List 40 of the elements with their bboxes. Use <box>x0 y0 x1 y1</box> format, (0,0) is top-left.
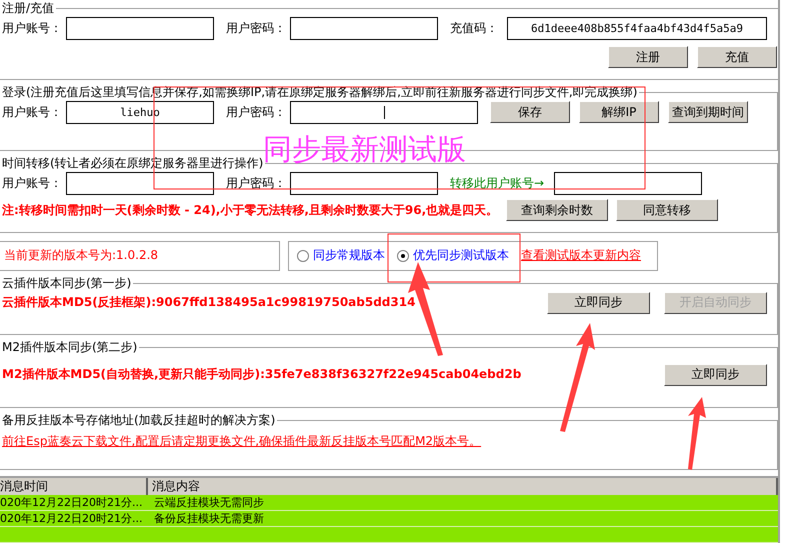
changelog-link[interactable]: 查看测试版本更新内容 <box>521 247 641 264</box>
group-title: 云插件版本同步(第一步) <box>1 274 132 292</box>
push-button[interactable]: 立即同步 <box>664 364 767 386</box>
input-field[interactable] <box>290 172 438 196</box>
push-button[interactable]: 充值 <box>697 46 777 68</box>
push-button[interactable]: 立即同步 <box>547 292 650 314</box>
field-label: 转移此用户账号→ <box>450 175 546 192</box>
field-label: 用户密码： <box>226 20 287 37</box>
field-label: 用户账号： <box>2 20 63 37</box>
version-label: 当前更新的版本号为:1.0.2.8 <box>0 240 280 271</box>
push-button[interactable]: 查询剩余时数 <box>506 199 608 222</box>
md5-text: M2插件版本MD5(自动替换,更新只能手动同步):35fe7e838f36327f22e945cab04ebd2b <box>2 366 522 384</box>
field-label: 用户账号： <box>2 104 63 121</box>
input-field[interactable]: 6d1deee408b855f4faa4bf43d4f5a5a9 <box>507 17 767 40</box>
push-button[interactable]: 同意转移 <box>616 199 718 222</box>
push-button[interactable]: 保存 <box>490 101 570 124</box>
field-label: 用户密码： <box>226 104 287 121</box>
md5-text: 云插件版本MD5(反挂框架):9067ffd138495a1c99819750ab5dd314 <box>2 294 416 312</box>
push-button[interactable]: 查询到期时间 <box>668 101 748 124</box>
table-cell-text: 020年12月22日20时21分... <box>0 495 144 510</box>
table-cell-text: 云端反挂模块无需同步 <box>153 495 265 510</box>
input-field[interactable] <box>66 172 214 196</box>
field-label: 用户账号： <box>2 175 63 192</box>
group-title: M2插件版本同步(第二步) <box>1 338 138 356</box>
group-title: 注册/充值 <box>1 0 56 17</box>
warning-note: 注:转移时间需扣时一天(剩余时数 - 24),小于零无法转移,且剩余时数要大于96,也就是四天。 <box>2 202 498 219</box>
radio-option[interactable]: 同步常规版本 <box>297 247 385 264</box>
push-button[interactable]: 解绑IP <box>579 101 659 124</box>
annotation-text: 同步最新测试版 <box>263 131 466 168</box>
field-label: 用户密码： <box>226 175 287 192</box>
input-field[interactable] <box>290 17 438 40</box>
group-title: 备用反挂版本号存储地址(加载反挂超时的解决方案) <box>1 412 276 430</box>
input-field[interactable] <box>290 100 478 124</box>
field-label: 充值码： <box>450 20 499 37</box>
table-cell-text: 020年12月22日20时21分... <box>0 511 144 526</box>
input-field[interactable] <box>554 172 702 196</box>
download-link[interactable]: 前往Esp蓝奏云下载文件,配置后请定期更换文件,确保插件最新反挂版本号匹配M2版本号。 <box>2 433 482 450</box>
push-button[interactable]: 注册 <box>608 46 688 68</box>
input-field[interactable] <box>66 17 214 40</box>
table-cell-text: 备份反挂模块无需更新 <box>153 511 265 526</box>
